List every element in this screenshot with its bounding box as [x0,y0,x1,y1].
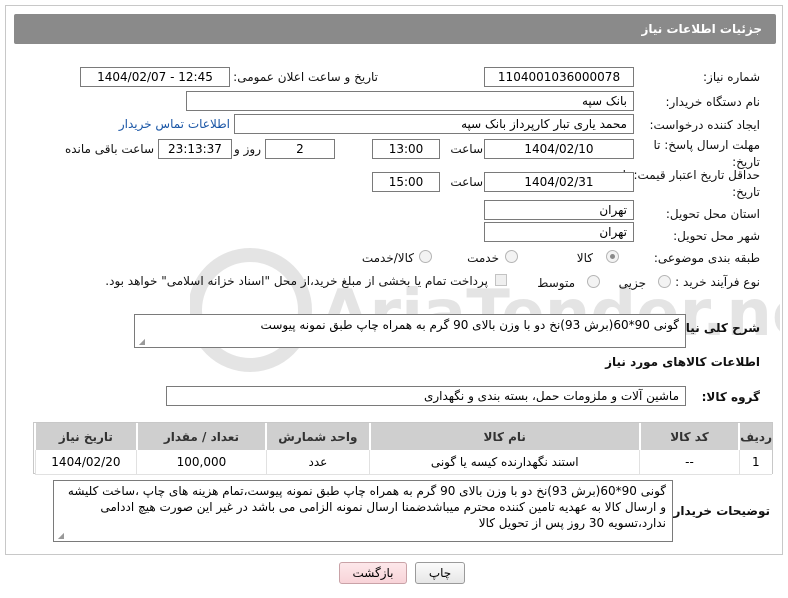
process-medium-label: متوسط [537,276,575,290]
response-deadline-label: مهلت ارسال پاسخ: تا تاریخ: [653,138,760,169]
category-label: طبقه بندی موضوعی: [653,251,760,265]
general-desc-label: شرح کلی نیاز: [674,321,760,335]
header-row-num: ردیف [738,423,772,450]
remaining-time-label: ساعت باقی مانده [64,142,154,156]
delivery-province-field: تهران [484,200,634,220]
delivery-province-label: استان محل تحویل: [665,207,760,221]
response-time-field: 13:00 [372,139,440,159]
goods-info-title: اطلاعات کالاهای مورد نیاز [605,355,760,369]
process-minor-radio[interactable] [658,275,671,288]
goods-group-label: گروه کالا: [701,390,760,404]
buyer-notes-text: گونی 90*60(برش 93)نخ دو با وزن بالای 90 … [67,484,666,530]
buyer-org-label: نام دستگاه خریدار: [665,95,761,109]
need-number-field: 1104001036000078 [484,67,634,87]
days-field: 2 [265,139,335,159]
goods-group-field: ماشین آلات و ملزومات حمل، بسته بندی و نگ… [166,386,686,406]
delivery-city-field: تهران [484,222,634,242]
price-validity-time-label: ساعت [450,175,483,189]
buyer-notes-textarea[interactable]: گونی 90*60(برش 93)نخ دو با وزن بالای 90 … [53,480,673,542]
cell-qty: 100,000 [136,450,267,475]
back-button[interactable]: بازگشت [339,562,407,584]
response-time-label: ساعت [450,142,483,156]
table-header-row: ردیف کد کالا نام کالا واحد شمارش تعداد /… [34,423,772,450]
days-label: روز و [234,142,261,156]
resize-grip-icon: ◢ [138,337,145,346]
cell-row-num: 1 [738,450,772,475]
goods-table: ردیف کد کالا نام کالا واحد شمارش تعداد /… [33,422,773,475]
buyer-notes-label: توضیحات خریدار: [668,504,770,518]
cell-code: -- [639,450,740,475]
category-service-radio[interactable] [505,250,518,263]
header-name: نام کالا [368,423,640,450]
header-code: کد کالا [638,423,740,450]
cell-date: 1404/02/20 [34,450,137,475]
delivery-city-label: شهر محل تحویل: [673,229,760,243]
treasury-payment-note: پرداخت تمام یا بخشی از مبلغ خرید،از محل … [105,274,488,288]
announce-field: 1404/02/07 - 12:45 [80,67,230,87]
cell-unit: عدد [265,450,370,475]
general-desc-textarea[interactable]: گونی 90*60(برش 93)نخ دو با وزن بالای 90 … [134,314,686,348]
print-button[interactable]: چاپ [415,562,465,584]
general-desc-text: گونی 90*60(برش 93)نخ دو با وزن بالای 90 … [260,318,679,332]
header-qty: تعداد / مقدار [135,423,267,450]
category-both-radio[interactable] [419,250,432,263]
process-medium-radio[interactable] [587,275,600,288]
category-service-label: خدمت [467,251,499,265]
purchase-process-label: نوع فرآیند خرید : [675,275,760,289]
category-goods-radio[interactable] [606,250,619,263]
response-date-field: 1404/02/10 [484,139,634,159]
creator-field: محمد یاری تبار کارپرداز بانک سپه [234,114,634,134]
header-date: تاریخ نیاز [34,423,137,450]
announce-label: تاریخ و ساعت اعلان عمومی: [233,70,378,84]
category-both-label: کالا/خدمت [361,251,414,265]
process-minor-label: جزیی [618,276,646,290]
cell-name: استند نگهدارنده کیسه یا گونی [369,450,640,475]
price-validity-time-field: 15:00 [372,172,440,192]
page-title: جزئیات اطلاعات نیاز [641,22,762,36]
remaining-time-field: 23:13:37 [158,139,232,159]
category-goods-label: کالا [576,251,593,265]
resize-grip-icon: ◢ [57,531,64,540]
need-number-label: شماره نیاز: [703,70,760,84]
creator-label: ایجاد کننده درخواست: [649,118,760,132]
treasury-payment-checkbox[interactable] [495,274,507,286]
header-unit: واحد شمارش [265,423,370,450]
buyer-contact-link[interactable]: اطلاعات تماس خریدار [119,117,230,131]
buyer-org-field: بانک سپه [186,91,634,111]
price-validity-date-field: 1404/02/31 [484,172,634,192]
table-row: 1 -- استند نگهدارنده کیسه یا گونی عدد 10… [34,450,772,475]
